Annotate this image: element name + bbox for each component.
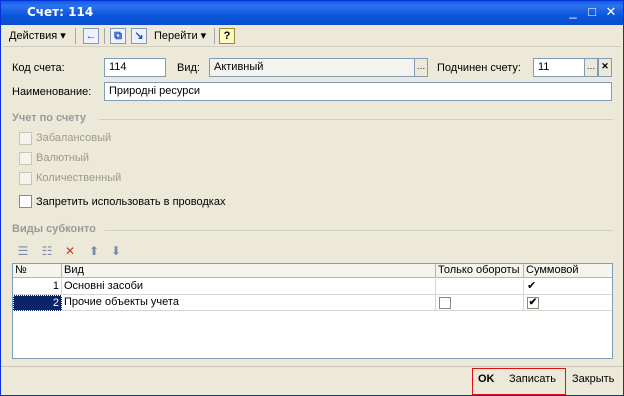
subconto-table[interactable]: № Вид Только обороты Суммовой 1 Основні … bbox=[12, 263, 613, 359]
kind-select-button[interactable]: … bbox=[414, 58, 428, 77]
forbid-checkbox[interactable] bbox=[19, 195, 32, 208]
sum-checkbox[interactable]: ✔ bbox=[527, 297, 539, 309]
move-down-icon[interactable]: ⬇ bbox=[108, 243, 124, 259]
structure-icon[interactable]: ⧉ bbox=[110, 28, 126, 44]
parent-field[interactable]: 11 bbox=[533, 58, 585, 77]
forbid-label: Запретить использовать в проводках bbox=[36, 196, 226, 208]
edit-row-icon[interactable]: ☷ bbox=[39, 243, 55, 259]
actions-menu[interactable]: Действия ▾ bbox=[9, 28, 66, 44]
save-button[interactable]: Записать bbox=[509, 373, 556, 385]
toolbar-separator bbox=[104, 28, 105, 44]
check-mark-icon[interactable]: ✔ bbox=[527, 279, 536, 294]
row-num: 2 bbox=[13, 295, 62, 311]
row-kind[interactable]: Основні засоби bbox=[62, 279, 436, 295]
window-title: Счет: 114 bbox=[27, 5, 94, 19]
code-label: Код счета: bbox=[12, 62, 65, 74]
parent-label: Подчинен счету: bbox=[437, 62, 521, 74]
kind-label: Вид: bbox=[177, 62, 200, 74]
currency-checkbox[interactable] bbox=[19, 152, 32, 165]
table-row[interactable]: 1 Основні засоби ✔ bbox=[13, 279, 612, 295]
table-row[interactable]: 2 Прочие объекты учета ✔ bbox=[13, 295, 612, 311]
toolbar-separator bbox=[75, 28, 76, 44]
column-kind[interactable]: Вид bbox=[62, 264, 436, 278]
ok-button[interactable]: OK bbox=[478, 373, 495, 385]
close-button[interactable]: Закрыть bbox=[572, 373, 614, 385]
quantity-label: Количественный bbox=[36, 172, 122, 184]
account-window: Счет: 114 _ □ ✕ Действия ▾ ← ⧉ ↘ Перейти… bbox=[0, 0, 624, 396]
help-icon[interactable]: ? bbox=[219, 28, 235, 44]
currency-label: Валютный bbox=[36, 152, 90, 164]
table-header: № Вид Только обороты Суммовой bbox=[13, 264, 612, 278]
accounting-section-title: Учет по счету bbox=[12, 112, 87, 124]
row-num: 1 bbox=[13, 279, 62, 295]
maximize-icon[interactable]: □ bbox=[584, 5, 600, 20]
toolbar-separator bbox=[214, 28, 215, 44]
goto-label: Перейти bbox=[154, 30, 198, 42]
column-num[interactable]: № bbox=[13, 264, 62, 278]
move-up-icon[interactable]: ⬆ bbox=[86, 243, 102, 259]
toolbar: Действия ▾ ← ⧉ ↘ Перейти ▾ ? bbox=[3, 25, 621, 47]
goto-arrow-icon[interactable]: ↘ bbox=[131, 28, 147, 44]
row-sum-cell: ✔ bbox=[524, 279, 612, 295]
section-divider bbox=[105, 230, 613, 231]
footer-bar: OK Записать Закрыть bbox=[1, 366, 623, 395]
row-kind[interactable]: Прочие объекты учета bbox=[62, 295, 436, 311]
quantity-checkbox[interactable] bbox=[19, 172, 32, 185]
parent-clear-icon[interactable]: ✕ bbox=[598, 58, 612, 77]
kind-field[interactable]: Активный bbox=[209, 58, 415, 77]
parent-select-button[interactable]: … bbox=[584, 58, 598, 77]
section-divider bbox=[99, 119, 613, 120]
row-turnover-cell bbox=[436, 279, 524, 295]
column-sum[interactable]: Суммовой bbox=[524, 264, 612, 278]
column-turnover-only[interactable]: Только обороты bbox=[436, 264, 524, 278]
offbalance-label: Забалансовый bbox=[36, 132, 112, 144]
minimize-icon[interactable]: _ bbox=[565, 5, 581, 20]
offbalance-checkbox[interactable] bbox=[19, 132, 32, 145]
row-turnover-cell bbox=[436, 295, 524, 311]
back-arrow-icon[interactable]: ← bbox=[83, 28, 99, 44]
close-icon[interactable]: ✕ bbox=[603, 5, 619, 20]
code-field[interactable]: 114 bbox=[104, 58, 166, 77]
delete-row-icon[interactable]: ✕ bbox=[62, 243, 78, 259]
add-row-icon[interactable]: ☰ bbox=[15, 243, 31, 259]
subconto-section-title: Виды субконто bbox=[12, 223, 96, 235]
row-sum-cell: ✔ bbox=[524, 295, 612, 311]
name-field[interactable]: Природні ресурси bbox=[104, 82, 612, 101]
actions-label: Действия bbox=[9, 30, 58, 42]
name-label: Наименование: bbox=[12, 86, 92, 98]
goto-menu[interactable]: Перейти ▾ bbox=[154, 28, 206, 44]
turnover-checkbox[interactable] bbox=[439, 297, 451, 309]
title-bar[interactable]: Счет: 114 _ □ ✕ bbox=[1, 1, 623, 25]
